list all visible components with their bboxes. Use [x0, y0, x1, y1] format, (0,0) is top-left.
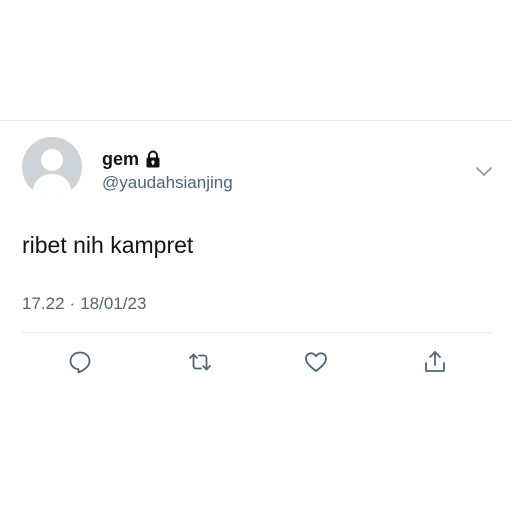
retweet-button[interactable] — [186, 348, 214, 376]
heart-outline-icon — [305, 352, 327, 372]
timestamp-separator: · — [69, 294, 76, 313]
tweet-card: gem @yaudahsianjing ribet nih kampret 17… — [0, 0, 512, 512]
display-name-row: gem — [102, 148, 161, 170]
top-divider — [0, 120, 512, 121]
tweet-date: 18/01/23 — [80, 294, 147, 313]
tweet-time: 17.22 — [22, 294, 65, 313]
speech-bubble-icon — [69, 351, 91, 374]
chevron-down-icon[interactable] — [474, 161, 494, 181]
lock-icon — [145, 150, 161, 168]
share-button[interactable] — [421, 348, 449, 376]
tweet-timestamp[interactable]: 17.22 · 18/01/23 — [22, 293, 146, 315]
avatar[interactable] — [22, 137, 82, 197]
reply-button[interactable] — [66, 348, 94, 376]
action-divider — [22, 332, 492, 333]
retweet-arrows-icon — [189, 353, 211, 371]
user-handle[interactable]: @yaudahsianjing — [102, 173, 233, 193]
display-name[interactable]: gem — [102, 148, 139, 170]
default-profile-icon — [22, 137, 82, 197]
like-button[interactable] — [302, 348, 330, 376]
tweet-text: ribet nih kampret — [22, 232, 194, 258]
share-upload-icon — [425, 351, 445, 372]
